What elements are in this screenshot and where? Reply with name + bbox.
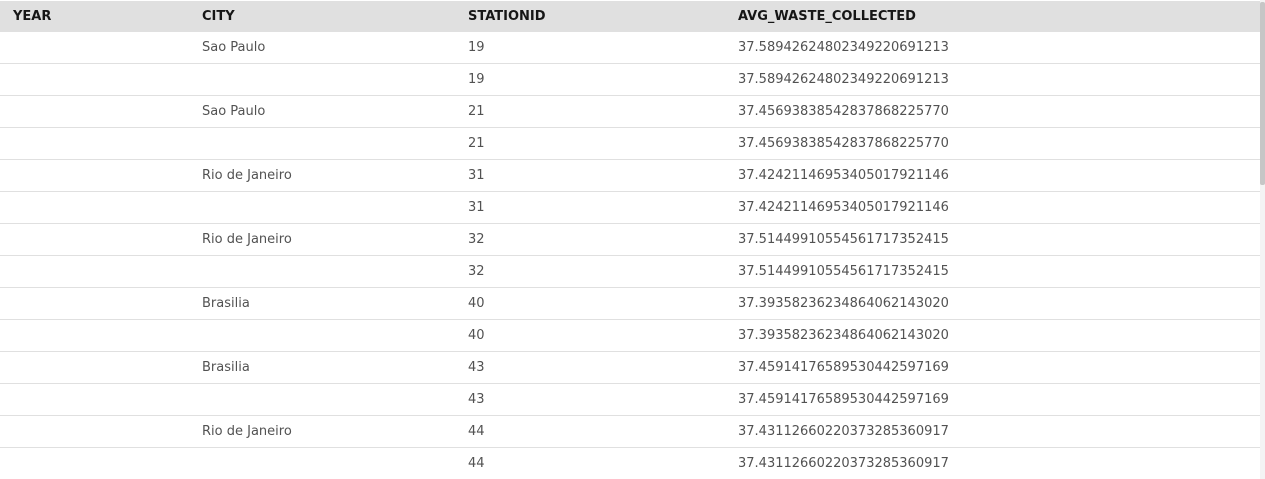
cell-stationid: 31 <box>468 159 738 192</box>
header-row: YEAR CITY STATIONID AVG_WASTE_COLLECTED <box>0 1 1260 32</box>
table-row[interactable]: Rio de Janeiro 44 37.431126602203732853609… <box>0 415 1260 448</box>
table-row[interactable]: Brasilia 43 37.45914176589530442597169 <box>0 351 1260 384</box>
cell-avg-waste-collected: 37.45914176589530442597169 <box>738 351 1260 384</box>
cell-avg-waste-collected: 37.45693838542837868225770 <box>738 127 1260 160</box>
cell-year <box>0 287 202 320</box>
cell-avg-waste-collected: 37.43112660220373285360917 <box>738 415 1260 448</box>
cell-city <box>202 447 468 479</box>
column-header-year[interactable]: YEAR <box>0 1 202 32</box>
cell-stationid: 40 <box>468 319 738 352</box>
cell-year <box>0 95 202 128</box>
cell-city: Brasilia <box>202 287 468 320</box>
cell-stationid: 43 <box>468 351 738 384</box>
cell-avg-waste-collected: 37.45914176589530442597169 <box>738 383 1260 416</box>
cell-year <box>0 383 202 416</box>
column-header-stationid[interactable]: STATIONID <box>468 1 738 32</box>
vertical-scrollbar[interactable] <box>1260 0 1265 479</box>
scrollbar-thumb[interactable] <box>1260 2 1265 185</box>
table-row[interactable]: 40 37.39358236234864062143020 <box>0 319 1260 352</box>
cell-stationid: 21 <box>468 127 738 160</box>
cell-avg-waste-collected: 37.58942624802349220691213 <box>738 32 1260 64</box>
cell-year <box>0 415 202 448</box>
cell-stationid: 21 <box>468 95 738 128</box>
cell-year <box>0 191 202 224</box>
cell-city: Rio de Janeiro <box>202 415 468 448</box>
table-row[interactable]: 21 37.45693838542837868225770 <box>0 127 1260 160</box>
table-body: Sao Paulo 19 37.58942624802349220691213 19 3… <box>0 32 1260 479</box>
cell-city <box>202 255 468 288</box>
cell-city: Sao Paulo <box>202 32 468 64</box>
table-row[interactable]: Brasilia 40 37.39358236234864062143020 <box>0 287 1260 320</box>
table-row[interactable]: 31 37.42421146953405017921146 <box>0 191 1260 224</box>
cell-year <box>0 351 202 384</box>
table-header: YEAR CITY STATIONID AVG_WASTE_COLLECTED <box>0 1 1260 32</box>
cell-city <box>202 63 468 96</box>
cell-avg-waste-collected: 37.51449910554561717352415 <box>738 255 1260 288</box>
table-row[interactable]: Sao Paulo 21 37.45693838542837868225770 <box>0 95 1260 128</box>
cell-stationid: 40 <box>468 287 738 320</box>
cell-stationid: 19 <box>468 63 738 96</box>
cell-avg-waste-collected: 37.42421146953405017921146 <box>738 191 1260 224</box>
table-row[interactable]: 44 37.43112660220373285360917 <box>0 447 1260 479</box>
cell-city <box>202 319 468 352</box>
column-header-city[interactable]: CITY <box>202 1 468 32</box>
table-row[interactable]: Rio de Janeiro 32 37.514499105545617173524… <box>0 223 1260 256</box>
cell-avg-waste-collected: 37.51449910554561717352415 <box>738 223 1260 256</box>
table-row[interactable]: Sao Paulo 19 37.58942624802349220691213 <box>0 32 1260 64</box>
cell-avg-waste-collected: 37.43112660220373285360917 <box>738 447 1260 479</box>
table-row[interactable]: 19 37.58942624802349220691213 <box>0 63 1260 96</box>
cell-city <box>202 383 468 416</box>
cell-stationid: 43 <box>468 383 738 416</box>
cell-stationid: 44 <box>468 415 738 448</box>
cell-city: Sao Paulo <box>202 95 468 128</box>
cell-stationid: 32 <box>468 255 738 288</box>
cell-year <box>0 127 202 160</box>
table-row[interactable]: 43 37.45914176589530442597169 <box>0 383 1260 416</box>
cell-avg-waste-collected: 37.58942624802349220691213 <box>738 63 1260 96</box>
cell-avg-waste-collected: 37.39358236234864062143020 <box>738 287 1260 320</box>
cell-city: Brasilia <box>202 351 468 384</box>
cell-stationid: 31 <box>468 191 738 224</box>
cell-avg-waste-collected: 37.42421146953405017921146 <box>738 159 1260 192</box>
cell-city: Rio de Janeiro <box>202 159 468 192</box>
column-header-avg-waste-collected[interactable]: AVG_WASTE_COLLECTED <box>738 1 1260 32</box>
cell-stationid: 32 <box>468 223 738 256</box>
cell-city <box>202 191 468 224</box>
cell-year <box>0 447 202 479</box>
cell-year <box>0 223 202 256</box>
results-table: YEAR CITY STATIONID AVG_WASTE_COLLECTED … <box>0 1 1260 479</box>
cell-year <box>0 319 202 352</box>
cell-year <box>0 255 202 288</box>
cell-city: Rio de Janeiro <box>202 223 468 256</box>
cell-year <box>0 159 202 192</box>
table-row[interactable]: 32 37.51449910554561717352415 <box>0 255 1260 288</box>
table-row[interactable]: Rio de Janeiro 31 37.424211469534050179211… <box>0 159 1260 192</box>
cell-year <box>0 32 202 64</box>
query-results-panel: YEAR CITY STATIONID AVG_WASTE_COLLECTED … <box>0 0 1265 479</box>
cell-avg-waste-collected: 37.45693838542837868225770 <box>738 95 1260 128</box>
cell-avg-waste-collected: 37.39358236234864062143020 <box>738 319 1260 352</box>
cell-stationid: 19 <box>468 32 738 64</box>
cell-city <box>202 127 468 160</box>
cell-year <box>0 63 202 96</box>
cell-stationid: 44 <box>468 447 738 479</box>
